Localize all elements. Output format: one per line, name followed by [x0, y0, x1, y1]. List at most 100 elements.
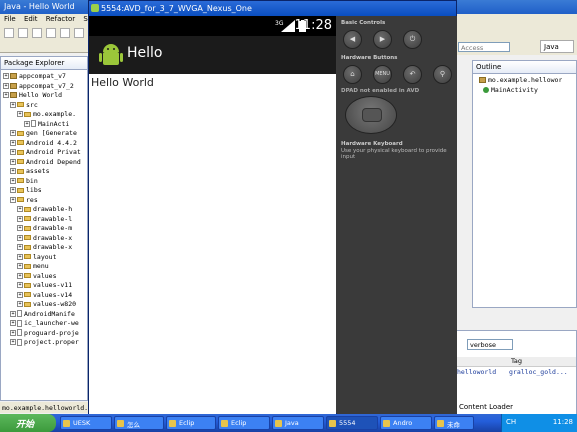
expand-icon[interactable]: +	[17, 244, 23, 250]
tree-item[interactable]: + drawable-h	[17, 205, 72, 214]
ime-indicator[interactable]: CH	[506, 418, 516, 426]
outline-item-mainactivity[interactable]: MainActivity	[483, 86, 538, 95]
expand-icon[interactable]: +	[10, 158, 16, 165]
logcat-column-tag[interactable]: Tag	[457, 357, 576, 367]
tree-item[interactable]: + assets	[10, 167, 49, 176]
tree-item[interactable]: + values-v14	[17, 291, 72, 300]
expand-icon[interactable]: +	[17, 215, 23, 222]
tree-item-label: src	[26, 100, 38, 109]
expand-icon[interactable]: +	[17, 263, 23, 269]
expand-icon[interactable]: +	[17, 253, 23, 260]
tree-item[interactable]: + mo.example.	[17, 110, 76, 119]
tree-item[interactable]: + ic_launcher-we	[10, 319, 79, 328]
tree-item[interactable]: + appcompat_v7	[3, 72, 66, 81]
tree-item[interactable]: + layout	[17, 253, 56, 262]
expand-icon[interactable]: +	[17, 301, 23, 307]
expand-icon[interactable]: +	[17, 234, 23, 241]
tree-item[interactable]: + gen [Generate	[10, 129, 77, 138]
app-launcher-icon[interactable]	[99, 42, 123, 68]
tree-item[interactable]: + values-w820	[17, 300, 76, 309]
tree-item[interactable]: + Android Depend	[10, 158, 81, 167]
expand-icon[interactable]: +	[10, 339, 16, 345]
print-icon[interactable]	[32, 28, 42, 38]
expand-icon[interactable]: +	[3, 82, 9, 89]
tree-item[interactable]: + AndroidManife	[10, 310, 75, 319]
expand-icon[interactable]: +	[17, 111, 23, 117]
dpad-control[interactable]	[345, 96, 397, 134]
expand-icon[interactable]: +	[17, 291, 23, 298]
expand-icon[interactable]: +	[17, 272, 23, 279]
tree-item[interactable]: + drawable-l	[17, 215, 72, 224]
tree-item[interactable]: + drawable-m	[17, 224, 72, 233]
menu-file[interactable]: File	[4, 15, 16, 23]
search-button[interactable]: ⚲	[433, 65, 452, 84]
tree-item[interactable]: + drawable-x	[17, 243, 72, 252]
taskbar-item-untitled[interactable]: 未命	[434, 416, 474, 430]
expand-icon[interactable]: +	[10, 196, 16, 203]
expand-icon[interactable]: +	[10, 187, 16, 193]
expand-icon[interactable]: +	[24, 120, 30, 127]
quick-access-input[interactable]: Access	[458, 42, 510, 52]
taskbar-item-uesk[interactable]: UESK	[60, 416, 112, 430]
taskbar-item-emulator[interactable]: 5554	[326, 416, 378, 430]
taskbar-item-eclipse-1[interactable]: Eclip	[166, 416, 216, 430]
tree-item[interactable]: + values-v11	[17, 281, 72, 290]
expand-icon[interactable]: +	[10, 310, 16, 317]
volume-down-button[interactable]: ◀	[343, 30, 362, 49]
power-button[interactable]: ⏻	[403, 30, 422, 49]
menu-edit[interactable]: Edit	[24, 15, 38, 23]
run-icon[interactable]	[46, 28, 56, 38]
tree-item[interactable]: + drawable-x	[17, 234, 72, 243]
expand-icon[interactable]: +	[17, 282, 23, 288]
menu-refactor[interactable]: Refactor	[46, 15, 75, 23]
tree-item[interactable]: + libs	[10, 186, 42, 195]
dpad-center-button[interactable]	[362, 108, 382, 122]
back-button[interactable]: ↶	[403, 65, 422, 84]
expand-icon[interactable]: +	[10, 139, 16, 146]
emulator-title-bar[interactable]: 5554:AVD_for_3_7_WVGA_Nexus_One	[89, 1, 456, 16]
expand-icon[interactable]: +	[10, 130, 16, 136]
tree-item[interactable]: + bin	[10, 177, 38, 186]
tree-item[interactable]: + menu	[17, 262, 49, 271]
new-icon[interactable]	[4, 28, 14, 38]
tree-item[interactable]: + appcompat_v7_2	[3, 82, 74, 91]
tree-item[interactable]: + Hello World	[3, 91, 62, 100]
save-icon[interactable]	[18, 28, 28, 38]
taskbar-item-eclipse-2[interactable]: Eclip	[218, 416, 270, 430]
volume-up-icon: ▶	[379, 35, 386, 43]
tree-item[interactable]: + res	[10, 196, 38, 205]
java-perspective-button[interactable]: Java	[540, 40, 574, 53]
tree-item[interactable]: + Android Privat	[10, 148, 81, 157]
tree-item[interactable]: + values	[17, 272, 56, 281]
tree-item[interactable]: + src	[10, 101, 38, 110]
expand-icon[interactable]: +	[10, 168, 16, 174]
expand-icon[interactable]: +	[10, 329, 16, 336]
download-icon[interactable]	[60, 28, 70, 38]
taskbar-item-word[interactable]: Andro	[380, 416, 432, 430]
expand-icon[interactable]: +	[17, 225, 23, 231]
signal-icon	[281, 20, 295, 32]
basic-controls-label: Basic Controls	[341, 20, 386, 26]
expand-icon[interactable]: +	[10, 149, 16, 155]
debug-icon[interactable]	[74, 28, 84, 38]
start-button[interactable]: 开始	[0, 414, 56, 432]
tree-item[interactable]: + proguard-proje	[10, 329, 79, 338]
menu-button[interactable]: MENU	[373, 65, 392, 84]
log-level-select[interactable]: verbose	[467, 339, 513, 350]
expand-icon[interactable]: +	[10, 177, 16, 184]
taskbar-item-java[interactable]: Java	[272, 416, 324, 430]
expand-icon[interactable]: +	[10, 101, 16, 108]
taskbar-item-2[interactable]: 怎么	[114, 416, 164, 430]
expand-icon[interactable]: +	[3, 92, 9, 98]
volume-up-button[interactable]: ▶	[373, 30, 392, 49]
expand-icon[interactable]: +	[3, 73, 9, 79]
tree-item[interactable]: + project.proper	[10, 338, 79, 347]
tree-item[interactable]: + MainActi	[24, 120, 69, 129]
expand-icon[interactable]: +	[10, 320, 16, 326]
expand-icon[interactable]: +	[17, 206, 23, 212]
home-button[interactable]: ⌂	[343, 65, 362, 84]
tray-clock[interactable]: 11:28	[553, 418, 573, 426]
tree-item[interactable]: + Android 4.4.2	[10, 139, 77, 148]
outline-item-package[interactable]: mo.example.hellowor	[479, 76, 562, 85]
device-screen[interactable]: 3G 11:28 Hello Hello World	[89, 16, 336, 414]
